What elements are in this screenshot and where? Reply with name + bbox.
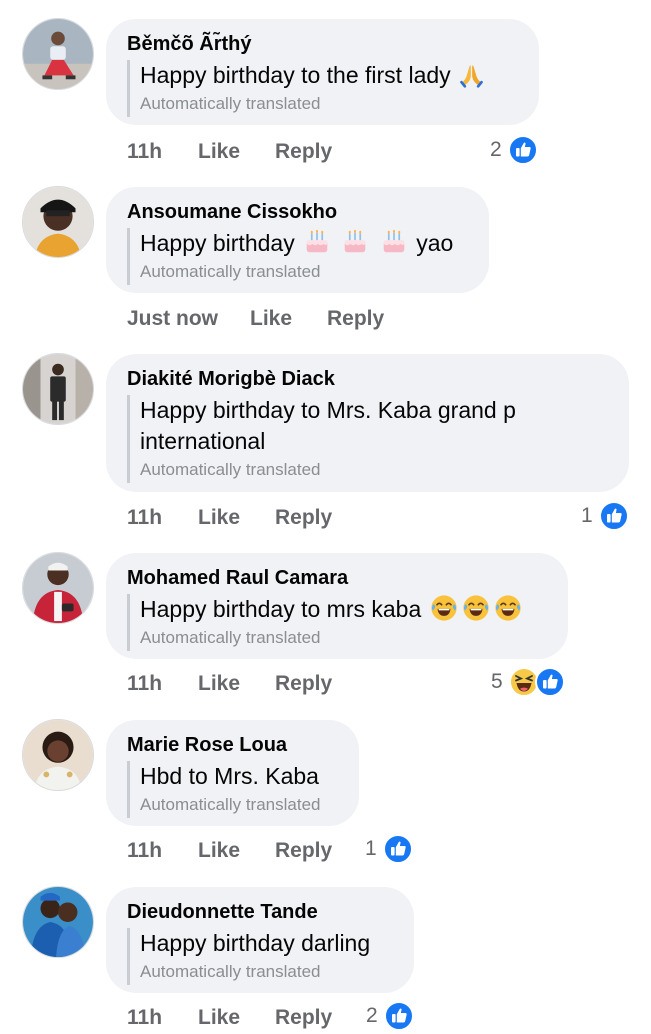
like-reaction-icon: [599, 501, 629, 531]
comment-bubble: Ansoumane Cissokho Happy birthday yao Au…: [106, 187, 489, 293]
cake-emoji-icon: [380, 228, 408, 256]
timestamp[interactable]: 11h: [127, 836, 162, 866]
joy-emoji-icon: [430, 594, 458, 622]
avatar[interactable]: [22, 719, 94, 791]
like-reaction-icon: [384, 1001, 414, 1031]
like-reaction-icon: [508, 135, 538, 165]
translated-label[interactable]: Automatically translated: [140, 959, 392, 985]
comment-text-body: Happy birthday: [140, 230, 295, 256]
reaction-count: 1: [581, 504, 593, 528]
translation-block: Happy birthday darling Automatically tra…: [127, 928, 392, 985]
comment-text-body: Happy birthday to the first lady: [140, 62, 451, 88]
reaction-summary[interactable]: 1: [365, 834, 413, 864]
commenter-name[interactable]: Ansoumane Cissokho: [127, 200, 467, 224]
avatar[interactable]: [22, 18, 94, 90]
translation-block: Happy birthday yao Automatically transla…: [127, 228, 467, 285]
translation-block: Hbd to Mrs. Kaba Automatically translate…: [127, 761, 337, 818]
like-button[interactable]: Like: [198, 836, 240, 866]
like-button[interactable]: Like: [198, 669, 240, 699]
reaction-summary[interactable]: 2: [490, 135, 538, 165]
cake-emoji-icon: [341, 228, 369, 256]
commenter-name[interactable]: Dieudonnette Tande: [127, 900, 392, 924]
avatar[interactable]: [22, 353, 94, 425]
comment-bubble: Běmčõ Ãr̃thý Happy birthday to the first…: [106, 19, 539, 125]
comment-text-body: Happy birthday to mrs kaba: [140, 596, 422, 622]
comment-bubble: Diakité Morigbè Diack Happy birthday to …: [106, 354, 629, 492]
avatar[interactable]: [22, 186, 94, 258]
timestamp[interactable]: 11h: [127, 1003, 162, 1033]
joy-emoji-icon: [494, 594, 522, 622]
reply-button[interactable]: Reply: [275, 1003, 332, 1033]
cake-emoji-icon: [303, 228, 331, 256]
avatar[interactable]: [22, 886, 94, 958]
folded-hands-emoji-icon: [459, 63, 484, 88]
reply-button[interactable]: Reply: [275, 836, 332, 866]
comment-text: Happy birthday darling: [140, 930, 371, 956]
timestamp[interactable]: 11h: [127, 137, 162, 167]
like-button[interactable]: Like: [198, 1003, 240, 1033]
comment-text: Happy birthday to the first lady: [140, 60, 517, 91]
timestamp[interactable]: 11h: [127, 669, 162, 699]
like-button[interactable]: Like: [198, 503, 240, 533]
commenter-name[interactable]: Marie Rose Loua: [127, 733, 337, 757]
reply-button[interactable]: Reply: [275, 669, 332, 699]
comment-text: Happy birthday to mrs kaba: [140, 594, 546, 625]
reaction-count: 2: [490, 138, 502, 162]
translation-block: Happy birthday to mrs kaba Automatically…: [127, 594, 546, 651]
reply-button[interactable]: Reply: [275, 503, 332, 533]
translated-label[interactable]: Automatically translated: [140, 792, 337, 818]
reaction-count: 2: [366, 1004, 378, 1028]
translated-label[interactable]: Automatically translated: [140, 625, 546, 651]
comment-bubble: Mohamed Raul Camara Happy birthday to mr…: [106, 553, 568, 659]
avatar[interactable]: [22, 552, 94, 624]
comment-text-line: international: [140, 428, 266, 454]
commenter-name[interactable]: Diakité Morigbè Diack: [127, 367, 607, 391]
like-button[interactable]: Like: [198, 137, 240, 167]
commenter-name[interactable]: Mohamed Raul Camara: [127, 566, 546, 590]
reply-button[interactable]: Reply: [327, 304, 384, 334]
like-button[interactable]: Like: [250, 304, 292, 334]
translation-block: Happy birthday to Mrs. Kaba grand p inte…: [127, 395, 607, 483]
like-reaction-icon: [383, 834, 413, 864]
translated-label[interactable]: Automatically translated: [140, 457, 607, 483]
timestamp[interactable]: Just now: [127, 304, 218, 334]
comment-bubble: Dieudonnette Tande Happy birthday darlin…: [106, 887, 414, 993]
comment-text-suffix: yao: [416, 230, 454, 256]
reaction-summary[interactable]: 5: [491, 667, 565, 697]
translated-label[interactable]: Automatically translated: [140, 91, 517, 117]
reaction-summary[interactable]: 1: [581, 501, 629, 531]
comment-text: Hbd to Mrs. Kaba: [140, 763, 319, 789]
translated-label[interactable]: Automatically translated: [140, 259, 467, 285]
translation-block: Happy birthday to the first lady Automat…: [127, 60, 517, 117]
joy-emoji-icon: [462, 594, 490, 622]
timestamp[interactable]: 11h: [127, 503, 162, 533]
reply-button[interactable]: Reply: [275, 137, 332, 167]
like-reaction-icon: [535, 667, 565, 697]
reaction-summary[interactable]: 2: [366, 1001, 414, 1031]
reaction-count: 1: [365, 837, 377, 861]
reaction-count: 5: [491, 670, 503, 694]
comment-text-line: Happy birthday to Mrs. Kaba grand p: [140, 397, 516, 423]
comment-bubble: Marie Rose Loua Hbd to Mrs. Kaba Automat…: [106, 720, 359, 826]
commenter-name[interactable]: Běmčõ Ãr̃thý: [127, 32, 517, 56]
comment-text: Happy birthday yao: [140, 228, 467, 259]
